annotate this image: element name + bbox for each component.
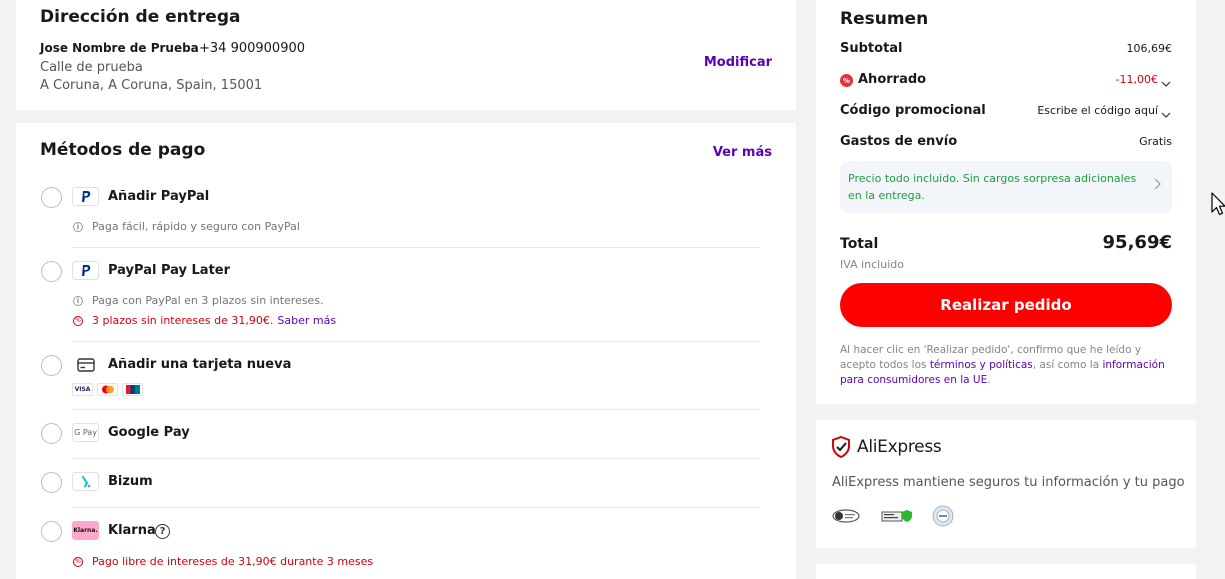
mouse-cursor-icon [1211,192,1225,220]
recipient-phone: +34 900900900 [199,41,306,56]
klarna-radio[interactable] [41,521,62,542]
modify-address-link[interactable]: Modificar [704,55,772,70]
paypal-info-text: Paga fácil, rápido y seguro con PayPal [92,220,300,233]
promo-code-label: Código promocional [840,103,986,118]
recipient-name: Jose Nombre de Prueba [40,41,199,55]
total-value: 95,69€ [1102,232,1172,253]
paypal-pay-later-info: i Paga con PayPal en 3 plazos sin intere… [73,294,324,307]
trust-card: AliExpress AliExpress mantiene seguros t… [816,420,1196,548]
info-icon: i [73,295,83,306]
total-label: Total [840,236,879,252]
subtotal-value: 106,69€ [1126,42,1173,55]
info-icon: i [73,221,83,232]
paypal-info: i Paga fácil, rápido y seguro con PayPal [73,220,300,233]
promo-code-input[interactable]: Escribe el código aquí [1037,104,1158,117]
paypal-label[interactable]: Añadir PayPal [108,189,209,204]
order-summary-card: Resumen Subtotal 106,69€ % Ahorrado -11,… [816,0,1196,404]
verified-seal-icon [931,505,955,527]
subtotal-label: Subtotal [840,41,903,56]
aliexpress-logo: AliExpress [831,436,942,458]
discount-icon: % [73,556,83,567]
klarna-promo: % Pago libre de intereses de 31,90€ dura… [73,555,373,568]
bizum-radio[interactable] [41,472,62,493]
divider [72,341,760,342]
visa-icon: VISA [72,383,93,396]
bizum-icon [72,472,99,491]
paypal-pay-later-promo-text: 3 plazos sin intereses de 31,90€. [92,314,274,327]
shield-check-icon [832,436,850,458]
security-badge-icon [831,506,861,526]
chevron-right-icon [1153,178,1161,194]
mastercard-icon [97,383,118,396]
aliexpress-brand: AliExpress [857,437,942,457]
klarna-promo-text: Pago libre de intereses de 31,90€ durant… [92,555,374,568]
paypal-icon [72,261,99,280]
place-order-button[interactable]: Realizar pedido [840,283,1172,327]
divider [72,458,760,459]
paypal-pay-later-promo: % 3 plazos sin intereses de 31,90€. Sabe… [73,314,336,327]
terms-link[interactable]: términos y políticas [930,359,1033,371]
legal-text: Al hacer clic en 'Realizar pedido', conf… [840,343,1176,388]
shipping-value: Gratis [1139,135,1172,148]
google-pay-label[interactable]: Google Pay [108,425,190,440]
payment-methods-title: Métodos de pago [40,140,206,160]
paypal-pay-later-label[interactable]: PayPal Pay Later [108,263,230,278]
klarna-label[interactable]: Klarna [108,523,156,538]
chevron-down-icon[interactable] [1161,74,1171,93]
paypal-pay-later-info-text: Paga con PayPal en 3 plazos sin interese… [92,294,324,307]
paypal-radio[interactable] [41,187,62,208]
google-pay-icon: G Pay [72,423,99,442]
paypal-pay-later-radio[interactable] [41,261,62,282]
secure-certificate-icon [881,506,913,526]
price-notice-text: Precio todo incluido. Sin cargos sorpres… [848,172,1137,202]
trust-text: AliExpress mantiene seguros tu informaci… [832,475,1185,490]
address-street: Calle de prueba [40,60,143,75]
see-more-payment-link[interactable]: Ver más [713,145,772,160]
legal-end: . [987,374,991,386]
vat-label: IVA incluido [840,258,904,271]
delivery-address-title: Dirección de entrega [40,7,241,27]
google-pay-radio[interactable] [41,423,62,444]
price-notice[interactable]: Precio todo incluido. Sin cargos sorpres… [840,161,1172,213]
help-icon[interactable]: ? [155,524,170,539]
address-city: A Coruna, A Coruna, Spain, 15001 [40,78,263,93]
discount-icon: % [73,315,83,326]
new-card-radio[interactable] [41,355,62,376]
new-card-label[interactable]: Añadir una tarjeta nueva [108,357,291,372]
credit-card-icon [72,355,99,374]
unionpay-icon [122,383,143,396]
bizum-label[interactable]: Bizum [108,474,153,489]
payment-methods-card: Métodos de pago Ver más Añadir PayPal i … [16,123,796,579]
summary-title: Resumen [840,9,929,29]
klarna-icon: Klarna. [72,521,99,540]
shipping-label: Gastos de envío [840,134,958,149]
delivery-address-card: Dirección de entrega Jose Nombre de Prue… [16,0,796,110]
divider [72,507,760,508]
legal-middle: , así como la [1032,359,1103,371]
divider [72,247,760,248]
chevron-down-icon[interactable] [1161,105,1171,124]
saved-label: Ahorrado [858,72,927,87]
saved-value: -11,00€ [1115,73,1158,86]
discount-icon: % [840,74,853,87]
paypal-icon [72,187,99,206]
extra-card [816,564,1196,579]
learn-more-link[interactable]: Saber más [277,314,336,327]
divider [72,409,760,410]
